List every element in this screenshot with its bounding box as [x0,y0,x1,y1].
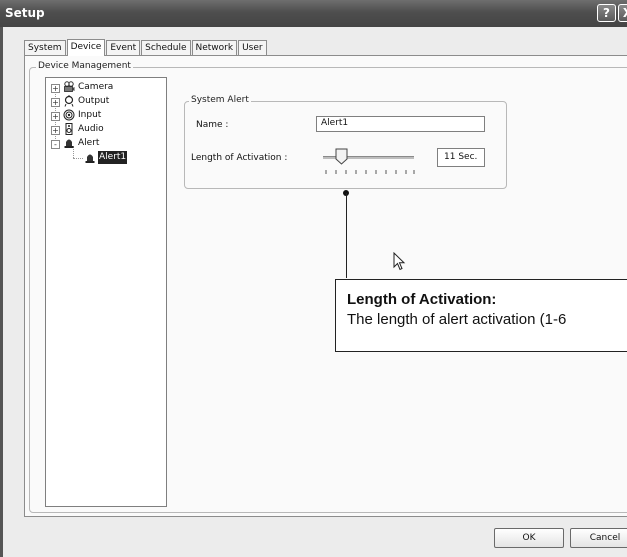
camera-icon [64,81,75,92]
alert-icon [85,154,95,163]
tree-item-label: Alert1 [98,151,128,164]
tree-item-alert[interactable]: - Alert [46,137,164,150]
tab-network[interactable]: Network [191,40,238,55]
tree-item-alert1[interactable]: Alert1 [46,151,164,164]
callout-pointer-line [346,193,347,278]
tree-item-camera[interactable]: + Camera [46,81,164,94]
name-label: Name : [196,120,229,130]
activation-slider-thumb[interactable] [335,148,348,165]
activation-value-display: 11 Sec. [437,148,485,167]
tab-system[interactable]: System [24,40,66,55]
activation-slider-ticks [325,170,415,174]
tree-item-label: Audio [78,124,104,134]
device-management-label: Device Management [36,61,133,71]
window-title: Setup [5,6,45,20]
annotation-callout: Length of Activation: The length of aler… [335,279,627,352]
callout-title: Length of Activation: [347,291,497,308]
name-input[interactable]: Alert1 [316,116,485,132]
ok-button[interactable]: OK [494,528,564,548]
alert-icon [64,139,74,148]
tree-item-label: Input [78,110,102,120]
output-icon [64,95,74,107]
input-icon [63,109,75,121]
tree-item-input[interactable]: + Input [46,109,164,122]
callout-text: The length of alert activation (1-6 [347,311,567,328]
tab-device[interactable]: Device [66,39,106,56]
system-alert-label: System Alert [189,95,251,105]
tree-item-label: Output [78,96,110,106]
tab-schedule[interactable]: Schedule [141,40,191,55]
tree-item-label: Alert [78,138,100,148]
length-of-activation-label: Length of Activation : [191,153,288,163]
tree-item-label: Camera [78,82,114,92]
tab-event[interactable]: Event [106,40,141,55]
help-button[interactable]: ? [597,4,616,22]
expand-toggle[interactable]: + [51,84,60,93]
collapse-toggle[interactable]: - [51,140,60,149]
tree-item-output[interactable]: + Output [46,95,164,108]
tree-item-audio[interactable]: + Audio [46,123,164,136]
system-alert-group [184,101,507,189]
cancel-button[interactable]: Cancel [570,528,627,548]
tab-user[interactable]: User [238,40,267,55]
tab-strip: System Device Event Schedule Network Use… [24,39,268,56]
device-tree[interactable]: + Camera + Output + Input + Audio - Aler… [45,77,167,507]
expand-toggle[interactable]: + [51,112,60,121]
expand-toggle[interactable]: + [51,98,60,107]
close-button[interactable]: X [618,4,627,22]
title-bar: Setup ? X [0,0,627,28]
mouse-cursor-icon [393,252,406,271]
expand-toggle[interactable]: + [51,126,60,135]
audio-icon [65,123,73,135]
